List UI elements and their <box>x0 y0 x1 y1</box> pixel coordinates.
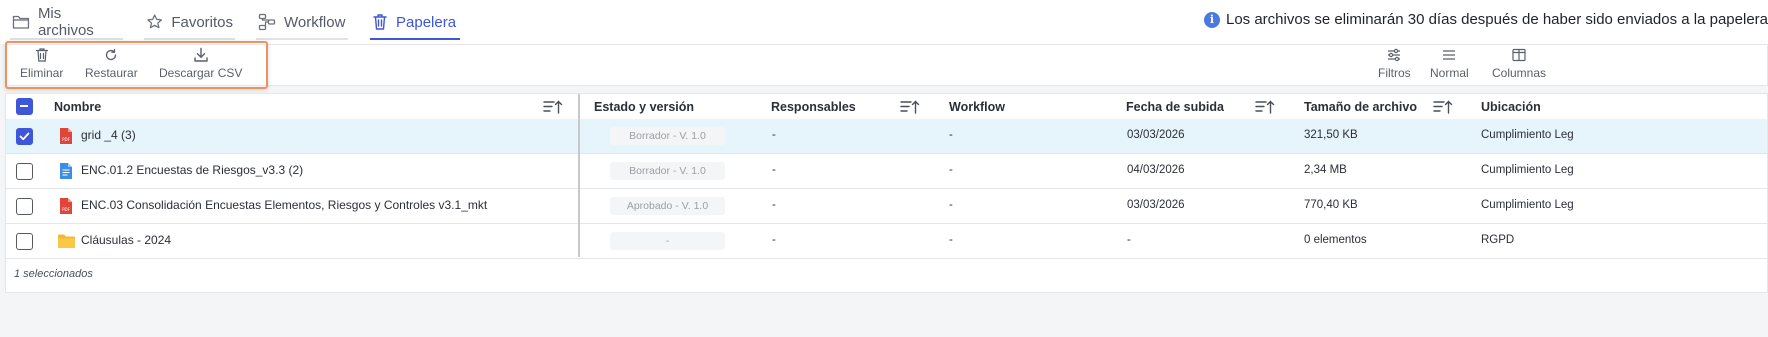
tab-label: Workflow <box>284 13 346 31</box>
row-checkbox[interactable] <box>16 198 33 215</box>
responsables-cell: - <box>772 199 776 211</box>
location-cell: RGPD <box>1481 234 1515 246</box>
files-table: Nombre Estado y versión Responsables Wor… <box>5 93 1768 293</box>
row-checkbox[interactable] <box>16 163 33 180</box>
workflow-cell: - <box>949 164 953 176</box>
folder-icon <box>58 234 75 248</box>
size-cell: 0 elementos <box>1304 234 1367 246</box>
file-name-link[interactable]: Cláusulas - 2024 <box>81 233 171 247</box>
notice-text: Los archivos se eliminarán 30 días despu… <box>1225 11 1768 28</box>
column-header-tamano[interactable]: Tamaño de archivo <box>1304 100 1417 114</box>
size-cell: 2,34 MB <box>1304 164 1347 176</box>
file-name-link[interactable]: ENC.03 Consolidación Encuestas Elementos… <box>81 198 487 212</box>
column-resize-divider[interactable] <box>578 94 580 257</box>
table-row[interactable]: PDF grid _4 (3) Borrador - V. 1.0 - - 03… <box>6 119 1767 154</box>
workflow-cell: - <box>949 234 953 246</box>
columns-label: Columnas <box>1492 66 1547 80</box>
tab-label: Papelera <box>396 13 457 31</box>
row-checkbox[interactable] <box>16 233 33 250</box>
status-badge: - <box>610 232 725 250</box>
date-cell: 04/03/2026 <box>1127 164 1185 176</box>
tab-papelera[interactable]: Papelera <box>370 8 460 40</box>
status-badge: Borrador - V. 1.0 <box>610 127 725 145</box>
tab-label: Favoritos <box>171 13 233 31</box>
columns-button[interactable]: Columnas <box>1492 47 1546 80</box>
column-header-responsables[interactable]: Responsables <box>771 100 856 114</box>
table-header: Nombre Estado y versión Responsables Wor… <box>6 94 1767 120</box>
columns-icon <box>1512 48 1526 62</box>
menu-lines-icon <box>1443 50 1456 60</box>
toolbar: Eliminar Restaurar Descargar CSV Filtros… <box>5 44 1768 86</box>
sort-icon[interactable] <box>900 99 920 115</box>
column-header-fecha[interactable]: Fecha de subida <box>1126 100 1224 114</box>
file-name-link[interactable]: grid _4 (3) <box>81 128 136 142</box>
table-row[interactable]: PDF ENC.03 Consolidación Encuestas Eleme… <box>6 189 1767 224</box>
sort-icon[interactable] <box>1255 99 1275 115</box>
column-header-workflow[interactable]: Workflow <box>949 100 1005 114</box>
view-label: Normal <box>1430 66 1469 80</box>
trash-icon <box>373 14 387 30</box>
star-icon <box>147 14 163 29</box>
svg-text:PDF: PDF <box>62 137 70 142</box>
column-header-nombre[interactable]: Nombre <box>54 100 101 114</box>
date-cell: 03/03/2026 <box>1127 199 1185 211</box>
row-checkbox[interactable] <box>16 128 33 145</box>
workflow-cell: - <box>949 199 953 211</box>
sort-icon[interactable] <box>543 99 563 115</box>
pdf-file-icon: PDF <box>60 198 72 214</box>
select-all-checkbox[interactable] <box>16 98 33 115</box>
workflow-icon <box>258 13 276 31</box>
date-cell: - <box>1127 234 1131 246</box>
file-name-link[interactable]: ENC.01.2 Encuestas de Riesgos_v3.3 (2) <box>81 163 303 177</box>
status-badge: Aprobado - V. 1.0 <box>610 197 725 215</box>
sliders-icon <box>1388 48 1401 62</box>
tab-label: Mis archivos <box>37 5 94 39</box>
workflow-cell: - <box>949 129 953 141</box>
status-badge: Borrador - V. 1.0 <box>610 162 725 180</box>
responsables-cell: - <box>772 234 776 246</box>
filters-label: Filtros <box>1378 66 1411 80</box>
highlight-box <box>5 41 268 89</box>
info-icon: i <box>1203 11 1220 28</box>
view-density-button[interactable]: Normal <box>1430 47 1469 80</box>
document-file-icon <box>60 163 72 179</box>
selection-count: 1 seleccionados <box>14 268 93 280</box>
pdf-file-icon: PDF <box>60 128 72 144</box>
folder-icon <box>12 15 30 29</box>
location-cell: Cumplimiento Leg <box>1481 129 1574 141</box>
tab-mis-archivos[interactable]: Mis archivos <box>10 5 123 40</box>
column-header-ubicacion[interactable]: Ubicación <box>1481 100 1541 114</box>
size-cell: 321,50 KB <box>1304 129 1358 141</box>
size-cell: 770,40 KB <box>1304 199 1358 211</box>
tab-favoritos[interactable]: Favoritos <box>144 8 235 40</box>
location-cell: Cumplimiento Leg <box>1481 164 1574 176</box>
sort-icon[interactable] <box>1433 99 1453 115</box>
filters-button[interactable]: Filtros <box>1378 47 1411 80</box>
responsables-cell: - <box>772 129 776 141</box>
tab-workflow[interactable]: Workflow <box>256 8 348 40</box>
date-cell: 03/03/2026 <box>1127 129 1185 141</box>
location-cell: Cumplimiento Leg <box>1481 199 1574 211</box>
responsables-cell: - <box>772 164 776 176</box>
svg-text:PDF: PDF <box>62 207 70 212</box>
top-bar: Mis archivos Favoritos Workflow Papelera… <box>0 0 1768 44</box>
column-header-estado[interactable]: Estado y versión <box>594 100 694 114</box>
table-row[interactable]: Cláusulas - 2024 - - - - 0 elementos RGP… <box>6 224 1767 259</box>
trash-notice: i Los archivos se eliminarán 30 días des… <box>1203 11 1768 28</box>
table-row[interactable]: ENC.01.2 Encuestas de Riesgos_v3.3 (2) B… <box>6 154 1767 189</box>
